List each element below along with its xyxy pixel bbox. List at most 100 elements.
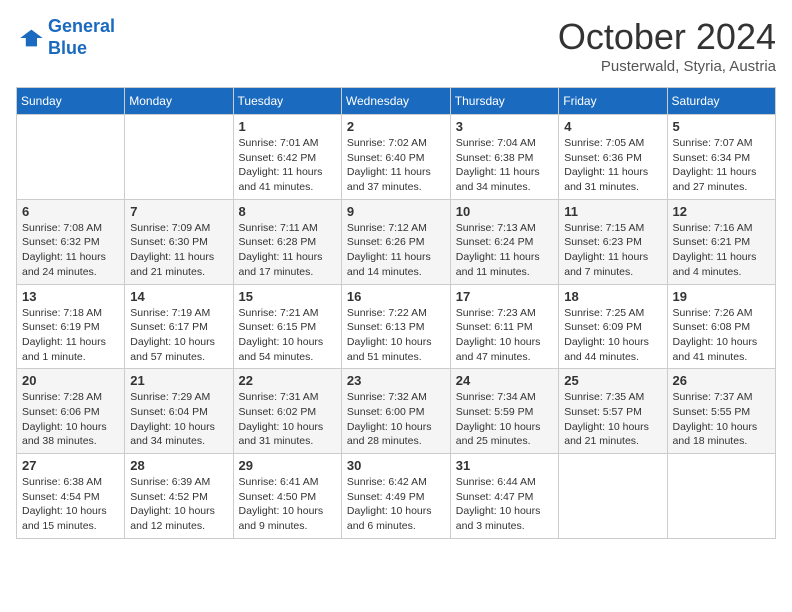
calendar-weekday-header: Monday: [125, 88, 233, 115]
day-info: Sunrise: 6:38 AMSunset: 4:54 PMDaylight:…: [22, 475, 119, 534]
day-number: 14: [130, 289, 227, 304]
day-info: Sunrise: 7:13 AMSunset: 6:24 PMDaylight:…: [456, 221, 553, 280]
day-number: 20: [22, 373, 119, 388]
day-number: 5: [673, 119, 770, 134]
calendar-cell: 24 Sunrise: 7:34 AMSunset: 5:59 PMDayligh…: [450, 369, 558, 454]
day-info: Sunrise: 7:12 AMSunset: 6:26 PMDaylight:…: [347, 221, 445, 280]
day-number: 17: [456, 289, 553, 304]
day-number: 2: [347, 119, 445, 134]
calendar-weekday-header: Tuesday: [233, 88, 341, 115]
logo: General Blue: [16, 16, 115, 59]
calendar-cell: 1 Sunrise: 7:01 AMSunset: 6:42 PMDaylight…: [233, 115, 341, 200]
day-number: 29: [239, 458, 336, 473]
calendar-cell: 4 Sunrise: 7:05 AMSunset: 6:36 PMDaylight…: [559, 115, 667, 200]
calendar-cell: 16 Sunrise: 7:22 AMSunset: 6:13 PMDayligh…: [341, 284, 450, 369]
calendar-cell: 17 Sunrise: 7:23 AMSunset: 6:11 PMDayligh…: [450, 284, 558, 369]
calendar-cell: 9 Sunrise: 7:12 AMSunset: 6:26 PMDaylight…: [341, 199, 450, 284]
day-info: Sunrise: 7:22 AMSunset: 6:13 PMDaylight:…: [347, 306, 445, 365]
day-info: Sunrise: 7:35 AMSunset: 5:57 PMDaylight:…: [564, 390, 661, 449]
calendar-cell: 29Sunrise: 6:41 AMSunset: 4:50 PMDayligh…: [233, 454, 341, 539]
day-info: Sunrise: 7:18 AMSunset: 6:19 PMDaylight:…: [22, 306, 119, 365]
day-number: 4: [564, 119, 661, 134]
day-number: 11: [564, 204, 661, 219]
calendar-cell: 23 Sunrise: 7:32 AMSunset: 6:00 PMDayligh…: [341, 369, 450, 454]
day-info: Sunrise: 7:19 AMSunset: 6:17 PMDaylight:…: [130, 306, 227, 365]
day-info: Sunrise: 7:28 AMSunset: 6:06 PMDaylight:…: [22, 390, 119, 449]
logo-icon: [16, 24, 44, 52]
day-info: Sunrise: 7:32 AMSunset: 6:00 PMDaylight:…: [347, 390, 445, 449]
day-number: 1: [239, 119, 336, 134]
day-number: 24: [456, 373, 553, 388]
day-number: 18: [564, 289, 661, 304]
calendar-weekday-header: Thursday: [450, 88, 558, 115]
calendar-cell: 10 Sunrise: 7:13 AMSunset: 6:24 PMDayligh…: [450, 199, 558, 284]
day-number: 16: [347, 289, 445, 304]
day-number: 3: [456, 119, 553, 134]
day-number: 6: [22, 204, 119, 219]
day-number: 19: [673, 289, 770, 304]
calendar-cell: 27 Sunrise: 6:38 AMSunset: 4:54 PMDayligh…: [17, 454, 125, 539]
day-info: Sunrise: 7:29 AMSunset: 6:04 PMDaylight:…: [130, 390, 227, 449]
calendar-cell: [559, 454, 667, 539]
calendar-cell: 5 Sunrise: 7:07 AMSunset: 6:34 PMDaylight…: [667, 115, 775, 200]
day-info: Sunrise: 7:21 AMSunset: 6:15 PMDaylight:…: [239, 306, 336, 365]
day-number: 26: [673, 373, 770, 388]
calendar-cell: 21 Sunrise: 7:29 AMSunset: 6:04 PMDayligh…: [125, 369, 233, 454]
calendar-cell: [17, 115, 125, 200]
calendar-cell: 28 Sunrise: 6:39 AMSunset: 4:52 PMDayligh…: [125, 454, 233, 539]
day-number: 22: [239, 373, 336, 388]
calendar-cell: 6 Sunrise: 7:08 AMSunset: 6:32 PMDaylight…: [17, 199, 125, 284]
day-number: 15: [239, 289, 336, 304]
calendar-table: SundayMondayTuesdayWednesdayThursdayFrid…: [16, 87, 776, 539]
day-info: Sunrise: 7:26 AMSunset: 6:08 PMDaylight:…: [673, 306, 770, 365]
calendar-cell: 22Sunrise: 7:31 AMSunset: 6:02 PMDayligh…: [233, 369, 341, 454]
day-number: 28: [130, 458, 227, 473]
calendar-cell: 30Sunrise: 6:42 AMSunset: 4:49 PMDayligh…: [341, 454, 450, 539]
calendar-cell: 26 Sunrise: 7:37 AMSunset: 5:55 PMDayligh…: [667, 369, 775, 454]
day-number: 23: [347, 373, 445, 388]
location: Pusterwald, Styria, Austria: [558, 58, 776, 75]
logo-text: General Blue: [48, 16, 115, 59]
day-info: Sunrise: 7:15 AMSunset: 6:23 PMDaylight:…: [564, 221, 661, 280]
day-info: Sunrise: 7:25 AMSunset: 6:09 PMDaylight:…: [564, 306, 661, 365]
calendar-body: 1 Sunrise: 7:01 AMSunset: 6:42 PMDaylight…: [17, 115, 776, 539]
calendar-cell: 7Sunrise: 7:09 AMSunset: 6:30 PMDaylight…: [125, 199, 233, 284]
calendar-cell: 18 Sunrise: 7:25 AMSunset: 6:09 PMDayligh…: [559, 284, 667, 369]
day-info: Sunrise: 7:37 AMSunset: 5:55 PMDaylight:…: [673, 390, 770, 449]
day-number: 21: [130, 373, 227, 388]
calendar-weekday-header: Sunday: [17, 88, 125, 115]
day-info: Sunrise: 7:07 AMSunset: 6:34 PMDaylight:…: [673, 136, 770, 195]
day-info: Sunrise: 7:34 AMSunset: 5:59 PMDaylight:…: [456, 390, 553, 449]
month-title: October 2024: [558, 16, 776, 58]
day-number: 8: [239, 204, 336, 219]
calendar-cell: 15 Sunrise: 7:21 AMSunset: 6:15 PMDayligh…: [233, 284, 341, 369]
calendar-cell: 11 Sunrise: 7:15 AMSunset: 6:23 PMDayligh…: [559, 199, 667, 284]
day-number: 31: [456, 458, 553, 473]
day-info: Sunrise: 7:01 AMSunset: 6:42 PMDaylight:…: [239, 136, 336, 195]
day-number: 10: [456, 204, 553, 219]
day-info: Sunrise: 6:39 AMSunset: 4:52 PMDaylight:…: [130, 475, 227, 534]
day-info: Sunrise: 7:04 AMSunset: 6:38 PMDaylight:…: [456, 136, 553, 195]
calendar-cell: [125, 115, 233, 200]
day-info: Sunrise: 7:16 AMSunset: 6:21 PMDaylight:…: [673, 221, 770, 280]
calendar-header-row: SundayMondayTuesdayWednesdayThursdayFrid…: [17, 88, 776, 115]
calendar-weekday-header: Wednesday: [341, 88, 450, 115]
day-number: 25: [564, 373, 661, 388]
day-info: Sunrise: 7:23 AMSunset: 6:11 PMDaylight:…: [456, 306, 553, 365]
calendar-weekday-header: Friday: [559, 88, 667, 115]
day-info: Sunrise: 6:42 AMSunset: 4:49 PMDaylight:…: [347, 475, 445, 534]
calendar-week-row: 13 Sunrise: 7:18 AMSunset: 6:19 PMDayligh…: [17, 284, 776, 369]
day-info: Sunrise: 7:08 AMSunset: 6:32 PMDaylight:…: [22, 221, 119, 280]
day-number: 13: [22, 289, 119, 304]
calendar-cell: 20 Sunrise: 7:28 AMSunset: 6:06 PMDayligh…: [17, 369, 125, 454]
day-info: Sunrise: 7:05 AMSunset: 6:36 PMDaylight:…: [564, 136, 661, 195]
calendar-cell: 12Sunrise: 7:16 AMSunset: 6:21 PMDayligh…: [667, 199, 775, 284]
calendar-week-row: 6 Sunrise: 7:08 AMSunset: 6:32 PMDaylight…: [17, 199, 776, 284]
calendar-week-row: 27 Sunrise: 6:38 AMSunset: 4:54 PMDayligh…: [17, 454, 776, 539]
calendar-cell: 25 Sunrise: 7:35 AMSunset: 5:57 PMDayligh…: [559, 369, 667, 454]
day-info: Sunrise: 7:11 AMSunset: 6:28 PMDaylight:…: [239, 221, 336, 280]
day-number: 27: [22, 458, 119, 473]
day-number: 9: [347, 204, 445, 219]
day-info: Sunrise: 7:02 AMSunset: 6:40 PMDaylight:…: [347, 136, 445, 195]
calendar-cell: 31Sunrise: 6:44 AMSunset: 4:47 PMDayligh…: [450, 454, 558, 539]
